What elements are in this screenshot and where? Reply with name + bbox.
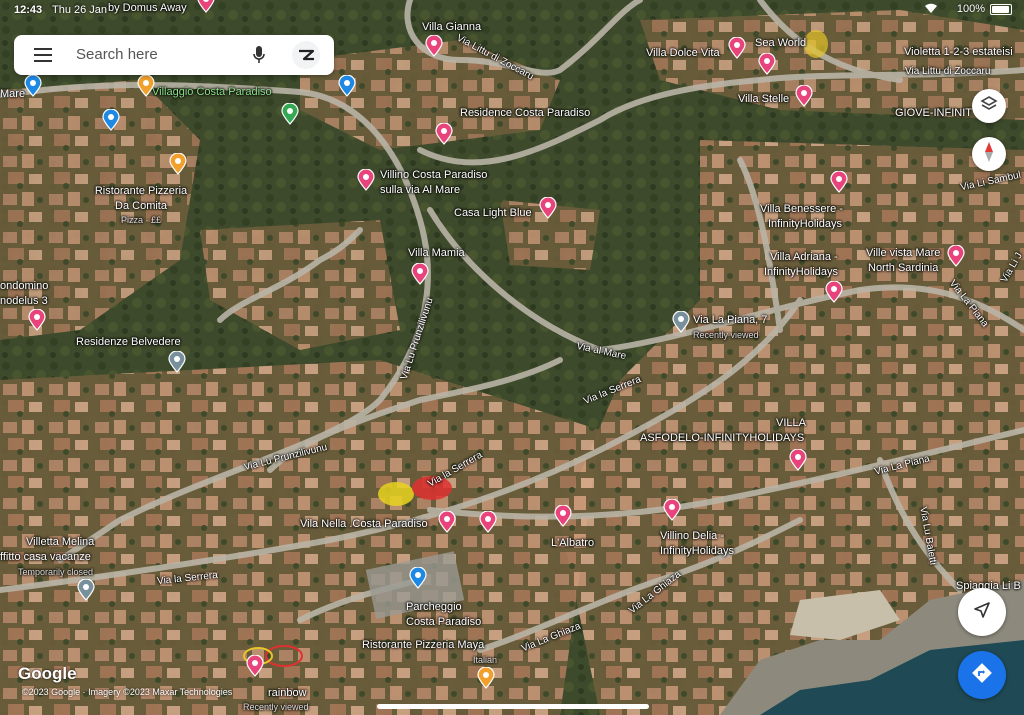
hotel-pin-icon[interactable] <box>789 448 807 476</box>
recent-pin-icon[interactable] <box>168 350 186 378</box>
map-label[interactable]: Residenze Belvedere <box>76 336 181 348</box>
map-label[interactable]: North Sardinia <box>868 262 938 274</box>
hotel-pin-icon[interactable] <box>435 122 453 150</box>
layers-icon <box>980 95 998 118</box>
map-label[interactable]: Ristorante Pizzeria Maya <box>362 639 484 651</box>
place-pin-icon[interactable] <box>409 566 427 594</box>
compass-icon <box>983 141 995 168</box>
battery-icon <box>990 3 1012 15</box>
map-label[interactable]: Casa Light Blue <box>454 207 532 219</box>
map-label[interactable]: Villino Costa Paradiso <box>380 169 487 181</box>
map-label[interactable]: ffitto casa vacanze <box>0 551 91 563</box>
map-label[interactable]: Villa Adriana - <box>770 251 838 263</box>
map-label[interactable]: Villino Delia - <box>660 530 724 542</box>
map-label[interactable]: Villa Stelle <box>738 93 789 105</box>
map-label[interactable]: Villetta Melina <box>26 536 94 548</box>
layers-button[interactable] <box>972 89 1006 123</box>
status-date: Thu 26 Jan <box>52 4 108 16</box>
map-label[interactable]: Sea World <box>755 37 806 49</box>
hotel-pin-icon[interactable] <box>357 168 375 196</box>
map-label[interactable]: VILLA <box>776 417 806 429</box>
google-lens-icon[interactable] <box>292 41 320 69</box>
battery-percent: 100% <box>956 3 985 15</box>
search-bar[interactable]: Search here <box>14 35 334 75</box>
recent-pin-icon[interactable] <box>77 578 95 606</box>
search-input[interactable]: Search here <box>76 46 158 63</box>
status-bar: 12:43 Thu 26 Jan 100% <box>0 0 1024 20</box>
hotel-pin-icon[interactable] <box>28 308 46 336</box>
restaurant-pin-icon[interactable] <box>169 152 187 180</box>
navigation-arrow-icon <box>973 601 991 624</box>
hotel-pin-icon[interactable] <box>728 36 746 64</box>
restaurant-pin-icon[interactable] <box>477 666 495 694</box>
my-location-button[interactable] <box>958 588 1006 636</box>
map-sublabel: Temporarily closed <box>18 567 94 577</box>
hotel-pin-icon[interactable] <box>663 498 681 526</box>
hotel-pin-icon[interactable] <box>795 84 813 112</box>
map-label[interactable]: Da Comita <box>115 200 167 212</box>
place-pin-icon[interactable] <box>102 108 120 136</box>
hotel-pin-icon[interactable] <box>246 654 264 682</box>
restaurant-pin-icon[interactable] <box>137 74 155 102</box>
battery-indicator: 100% <box>957 3 1012 15</box>
map-sublabel: Recently viewed <box>693 330 759 340</box>
map-attribution: ©2023 Google · Imagery ©2023 Maxar Techn… <box>22 687 233 697</box>
place-pin-icon[interactable] <box>24 74 42 102</box>
map-label[interactable]: ondomino <box>0 280 48 292</box>
hotel-pin-icon[interactable] <box>947 244 965 272</box>
map-label[interactable]: Villa Benessere - <box>760 203 843 215</box>
directions-button[interactable] <box>958 651 1006 699</box>
map-label[interactable]: Mare <box>0 88 25 100</box>
hotel-pin-icon[interactable] <box>554 504 572 532</box>
map-label[interactable]: Villa Mamia <box>408 247 465 259</box>
directions-icon <box>971 662 993 689</box>
hotel-pin-icon[interactable] <box>411 262 429 290</box>
map-label[interactable]: InfinityHolidays <box>764 266 838 278</box>
hotel-pin-icon[interactable] <box>825 280 843 308</box>
map-sublabel: Pizza · ££ <box>120 215 162 225</box>
map-label[interactable]: Via La Piana, 7 <box>693 314 767 326</box>
map-label[interactable]: Villa Dolce Vita <box>646 47 720 59</box>
status-time: 12:43 <box>14 4 43 16</box>
map-label[interactable]: Ristorante Pizzeria <box>95 185 187 197</box>
compass-button[interactable] <box>972 137 1006 171</box>
hotel-pin-icon[interactable] <box>479 510 497 538</box>
map-label[interactable]: Villaggio Costa Paradiso <box>152 86 272 98</box>
wifi-icon <box>924 3 938 17</box>
map-label[interactable]: ASFODELO-INFINITYHOLIDAYS <box>640 432 804 444</box>
map-label[interactable]: Parcheggio <box>406 601 462 613</box>
map-label[interactable]: Vila Nella .Costa Paradiso <box>300 518 428 530</box>
menu-icon[interactable] <box>34 48 52 62</box>
map-label[interactable]: GIOVE-INFINIT <box>895 107 972 119</box>
map-label[interactable]: sulla via Al Mare <box>380 184 460 196</box>
map-label[interactable]: Violetta 1-2-3 estateisi <box>904 46 1013 58</box>
microphone-icon[interactable] <box>252 45 266 70</box>
hotel-pin-icon[interactable] <box>425 34 443 62</box>
road-label: Via Littu di Zoccaru <box>905 66 991 77</box>
map-sublabel: Recently viewed <box>243 702 309 712</box>
map-sublabel: Italian <box>473 655 498 665</box>
google-logo: Google <box>18 664 77 683</box>
hotel-pin-icon[interactable] <box>539 196 557 224</box>
map-label[interactable]: Costa Paradiso <box>406 616 481 628</box>
map-label[interactable]: Residence Costa Paradiso <box>460 107 590 119</box>
recent-pin-icon[interactable] <box>672 310 690 338</box>
map-label[interactable]: InfinityHolidays <box>660 545 734 557</box>
hotel-pin-icon[interactable] <box>438 510 456 538</box>
map-label[interactable]: rainbow <box>268 687 307 699</box>
map-label[interactable]: Ville vista Mare <box>866 247 940 259</box>
map-label[interactable]: InfinityHolidays <box>768 218 842 230</box>
hotel-pin-icon[interactable] <box>830 170 848 198</box>
home-indicator[interactable] <box>377 704 649 709</box>
park-pin-icon[interactable] <box>281 102 299 130</box>
map-label[interactable]: nodelus 3 <box>0 295 48 307</box>
place-pin-icon[interactable] <box>338 74 356 102</box>
hotel-pin-icon[interactable] <box>758 52 776 80</box>
map-label[interactable]: Villa Gianna <box>422 21 481 33</box>
map-label[interactable]: L'Albatro <box>551 537 594 549</box>
